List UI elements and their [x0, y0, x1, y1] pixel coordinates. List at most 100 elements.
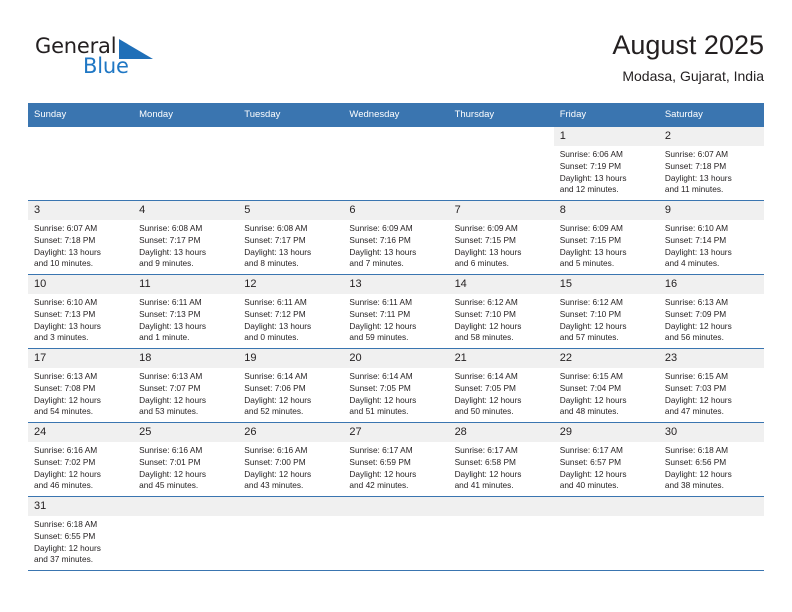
calendar-day-cell[interactable]: 18 Sunrise: 6:13 AM Sunset: 7:07 PM Dayligh…	[133, 348, 239, 423]
calendar-day-cell[interactable]	[449, 127, 554, 201]
calendar-day-cell[interactable]: 13 Sunrise: 6:11 AM Sunset: 7:11 PM Dayligh…	[343, 274, 449, 349]
daylight-text-line2: and 4 minutes.	[664, 258, 720, 269]
sunrise-text: Sunrise: 6:15 AM	[559, 371, 623, 381]
day-details: Sunrise: 6:12 AM Sunset: 7:10 PM Daylight:…	[449, 294, 554, 344]
daylight-text-line2: and 48 minutes.	[559, 406, 619, 417]
day-cell-inner	[238, 127, 343, 200]
calendar-day-cell[interactable]	[343, 127, 448, 201]
page-header: General Blue August 2025 Modasa, Gujarat…	[28, 28, 764, 98]
daylight-text-line1: Daylight: 12 hours	[244, 468, 312, 479]
daylight-text-line2: and 9 minutes.	[139, 258, 194, 269]
calendar-day-cell[interactable]: 6 Sunrise: 6:09 AM Sunset: 7:16 PM Daylight…	[343, 200, 449, 275]
sunrise-text: Sunrise: 6:06 AM	[559, 149, 623, 159]
calendar-day-cell[interactable]: 19 Sunrise: 6:14 AM Sunset: 7:06 PM Dayligh…	[238, 348, 344, 423]
calendar-day-cell[interactable]	[448, 496, 554, 570]
daylight-text-line1: Daylight: 12 hours	[34, 394, 101, 405]
daylight-text-line1: Daylight: 12 hours	[349, 468, 417, 479]
sunset-text: Sunset: 7:11 PM	[349, 308, 411, 319]
sunset-text: Sunset: 7:04 PM	[559, 382, 622, 393]
calendar-day-cell[interactable]: 16 Sunrise: 6:13 AM Sunset: 7:09 PM Dayligh…	[658, 274, 764, 349]
calendar-day-cell[interactable]	[28, 127, 133, 201]
calendar-day-cell[interactable]: 17 Sunrise: 6:13 AM Sunset: 7:08 PM Dayligh…	[28, 348, 134, 423]
calendar-day-cell[interactable]	[133, 496, 239, 570]
calendar-day-cell[interactable]: 27 Sunrise: 6:17 AM Sunset: 6:59 PM Dayligh…	[343, 422, 449, 497]
daylight-text-line2: and 53 minutes.	[139, 406, 199, 417]
calendar-day-cell[interactable]: 30 Sunrise: 6:18 AM Sunset: 6:56 PM Dayligh…	[658, 422, 764, 497]
calendar-body: 1 Sunrise: 6:06 AM Sunset: 7:19 PM Daylight…	[28, 127, 764, 570]
calendar-day-cell[interactable]: 4 Sunrise: 6:08 AM Sunset: 7:17 PM Daylight…	[133, 200, 239, 275]
calendar-day-cell[interactable]: 12 Sunrise: 6:11 AM Sunset: 7:12 PM Dayligh…	[238, 274, 344, 349]
calendar-day-cell[interactable]: 20 Sunrise: 6:14 AM Sunset: 7:05 PM Dayligh…	[343, 348, 449, 423]
calendar-day-cell[interactable]: 25 Sunrise: 6:16 AM Sunset: 7:01 PM Dayligh…	[133, 422, 239, 497]
calendar-day-cell[interactable]: 23 Sunrise: 6:15 AM Sunset: 7:03 PM Dayligh…	[658, 348, 764, 423]
calendar-day-cell[interactable]: 10 Sunrise: 6:10 AM Sunset: 7:13 PM Dayligh…	[28, 274, 134, 349]
day-details: Sunrise: 6:17 AM Sunset: 6:58 PM Daylight:…	[449, 442, 554, 492]
day-number	[343, 127, 448, 146]
day-cell-inner	[343, 497, 449, 570]
weekday-header-thursday: Thursday	[448, 103, 554, 127]
weekday-header-tuesday: Tuesday	[238, 103, 344, 127]
calendar-day-cell[interactable]	[238, 496, 344, 570]
calendar-day-cell[interactable]: 9 Sunrise: 6:10 AM Sunset: 7:14 PM Daylight…	[658, 200, 764, 275]
day-number	[553, 497, 659, 516]
calendar-day-cell[interactable]: 11 Sunrise: 6:11 AM Sunset: 7:13 PM Dayligh…	[133, 274, 239, 349]
day-cell-inner: 17 Sunrise: 6:13 AM Sunset: 7:08 PM Dayligh…	[28, 349, 134, 422]
calendar-day-cell[interactable]: 14 Sunrise: 6:12 AM Sunset: 7:10 PM Dayligh…	[448, 274, 554, 349]
daylight-text-line1: Daylight: 12 hours	[34, 542, 101, 553]
calendar-day-cell[interactable]: 28 Sunrise: 6:17 AM Sunset: 6:58 PM Dayligh…	[448, 422, 554, 497]
day-number: 9	[658, 201, 764, 220]
daylight-text-line2: and 58 minutes.	[454, 332, 514, 343]
sunrise-text: Sunrise: 6:11 AM	[139, 297, 202, 307]
sunset-text: Sunset: 7:00 PM	[244, 456, 306, 467]
day-details: Sunrise: 6:15 AM Sunset: 7:04 PM Daylight:…	[554, 368, 659, 418]
calendar-day-cell[interactable]: 1 Sunrise: 6:06 AM Sunset: 7:19 PM Daylight…	[553, 127, 659, 201]
calendar-day-cell[interactable]: 21 Sunrise: 6:14 AM Sunset: 7:05 PM Dayligh…	[448, 348, 554, 423]
calendar-day-cell[interactable]: 7 Sunrise: 6:09 AM Sunset: 7:15 PM Daylight…	[448, 200, 554, 275]
calendar-day-cell[interactable]: 8 Sunrise: 6:09 AM Sunset: 7:15 PM Daylight…	[553, 200, 659, 275]
sunset-text: Sunset: 7:15 PM	[559, 234, 622, 245]
sunrise-text: Sunrise: 6:09 AM	[559, 223, 623, 233]
sunrise-text: Sunrise: 6:14 AM	[244, 371, 308, 381]
calendar-day-cell[interactable]	[133, 127, 238, 201]
calendar-day-cell[interactable]	[553, 496, 659, 570]
day-details: Sunrise: 6:09 AM Sunset: 7:16 PM Daylight:…	[343, 220, 448, 270]
day-number: 22	[553, 349, 659, 368]
day-number: 20	[343, 349, 449, 368]
day-number: 15	[553, 275, 659, 294]
calendar-day-cell[interactable]: 26 Sunrise: 6:16 AM Sunset: 7:00 PM Dayligh…	[238, 422, 344, 497]
day-details: Sunrise: 6:14 AM Sunset: 7:06 PM Daylight:…	[238, 368, 343, 418]
day-details: Sunrise: 6:13 AM Sunset: 7:08 PM Daylight:…	[28, 368, 133, 418]
daylight-text-line2: and 37 minutes.	[34, 554, 94, 565]
day-number	[133, 497, 239, 516]
calendar-day-cell[interactable]	[238, 127, 343, 201]
weekday-header-saturday: Saturday	[658, 103, 764, 127]
calendar-day-cell[interactable]: 22 Sunrise: 6:15 AM Sunset: 7:04 PM Dayligh…	[553, 348, 659, 423]
calendar-day-cell[interactable]: 15 Sunrise: 6:12 AM Sunset: 7:10 PM Dayligh…	[553, 274, 659, 349]
daylight-text-line2: and 47 minutes.	[664, 406, 724, 417]
day-cell-inner: 15 Sunrise: 6:12 AM Sunset: 7:10 PM Dayligh…	[553, 275, 659, 348]
day-cell-inner: 12 Sunrise: 6:11 AM Sunset: 7:12 PM Dayligh…	[238, 275, 344, 348]
calendar-day-cell[interactable]	[343, 496, 449, 570]
sunrise-text: Sunrise: 6:17 AM	[559, 445, 623, 455]
calendar-day-cell[interactable]: 2 Sunrise: 6:07 AM Sunset: 7:18 PM Daylight…	[658, 127, 764, 201]
sunset-text: Sunset: 7:09 PM	[664, 308, 727, 319]
daylight-text-line2: and 50 minutes.	[454, 406, 514, 417]
daylight-text-line2: and 3 minutes.	[34, 332, 89, 343]
calendar-day-cell[interactable]	[658, 496, 764, 570]
calendar-day-cell[interactable]: 29 Sunrise: 6:17 AM Sunset: 6:57 PM Dayligh…	[553, 422, 659, 497]
daylight-text-line1: Daylight: 12 hours	[349, 320, 417, 331]
day-details: Sunrise: 6:17 AM Sunset: 6:57 PM Daylight:…	[554, 442, 659, 492]
daylight-text-line2: and 56 minutes.	[664, 332, 724, 343]
day-details: Sunrise: 6:18 AM Sunset: 6:55 PM Daylight:…	[28, 516, 133, 566]
day-number	[658, 497, 764, 516]
sunset-text: Sunset: 6:57 PM	[559, 456, 622, 467]
calendar-day-cell[interactable]: 24 Sunrise: 6:16 AM Sunset: 7:02 PM Dayligh…	[28, 422, 134, 497]
calendar-day-cell[interactable]: 31 Sunrise: 6:18 AM Sunset: 6:55 PM Dayligh…	[28, 496, 134, 570]
calendar-day-cell[interactable]: 5 Sunrise: 6:08 AM Sunset: 7:17 PM Daylight…	[238, 200, 344, 275]
daylight-text-line2: and 52 minutes.	[244, 406, 304, 417]
sunset-text: Sunset: 6:59 PM	[349, 456, 411, 467]
day-details: Sunrise: 6:10 AM Sunset: 7:13 PM Daylight:…	[28, 294, 133, 344]
daylight-text-line2: and 54 minutes.	[34, 406, 94, 417]
calendar-day-cell[interactable]: 3 Sunrise: 6:07 AM Sunset: 7:18 PM Daylight…	[28, 200, 134, 275]
brand-logo[interactable]: General Blue	[35, 36, 225, 92]
